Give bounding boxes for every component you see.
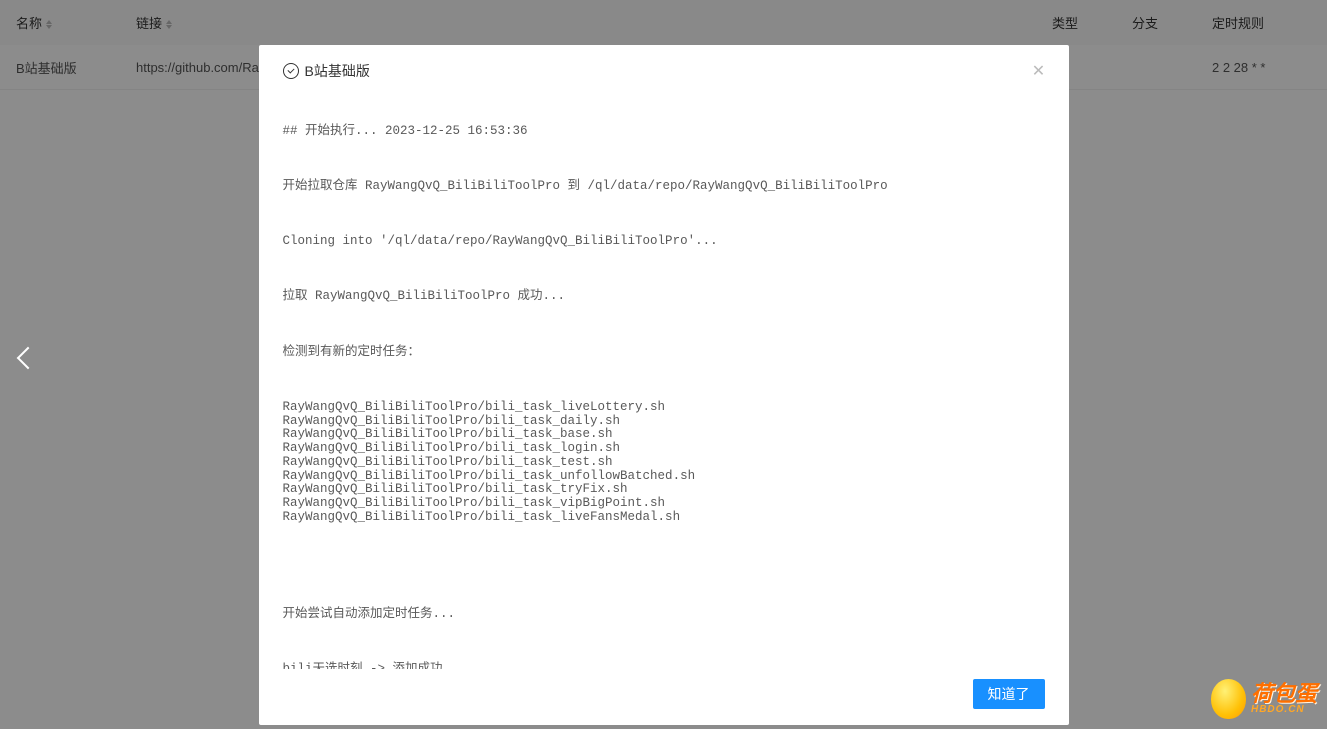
ok-button[interactable]: 知道了 — [973, 679, 1045, 709]
watermark-main: 荷包蛋 — [1251, 683, 1317, 705]
watermark-sub: HBDO.CN — [1251, 705, 1317, 715]
check-circle-icon — [283, 63, 299, 79]
log-output: ## 开始执行... 2023-12-25 16:53:36 开始拉取仓库 Ra… — [283, 97, 1045, 669]
log-line: 拉取 RayWangQvQ_BiliBiliToolPro 成功... — [283, 290, 1045, 304]
log-line: 开始拉取仓库 RayWangQvQ_BiliBiliToolPro 到 /ql/… — [283, 180, 1045, 194]
log-file-item: RayWangQvQ_BiliBiliToolPro/bili_task_tes… — [283, 456, 1045, 470]
log-file-item: RayWangQvQ_BiliBiliToolPro/bili_task_log… — [283, 442, 1045, 456]
log-file-list: RayWangQvQ_BiliBiliToolPro/bili_task_liv… — [283, 401, 1045, 525]
log-file-item: RayWangQvQ_BiliBiliToolPro/bili_task_try… — [283, 483, 1045, 497]
modal-body[interactable]: ## 开始执行... 2023-12-25 16:53:36 开始拉取仓库 Ra… — [259, 97, 1069, 669]
log-file-item: RayWangQvQ_BiliBiliToolPro/bili_task_liv… — [283, 401, 1045, 415]
log-line: ## 开始执行... 2023-12-25 16:53:36 — [283, 125, 1045, 139]
log-file-item: RayWangQvQ_BiliBiliToolPro/bili_task_unf… — [283, 470, 1045, 484]
close-icon[interactable]: ✕ — [1029, 61, 1049, 81]
modal-header: B站基础版 ✕ — [259, 45, 1069, 97]
log-file-item: RayWangQvQ_BiliBiliToolPro/bili_task_dai… — [283, 415, 1045, 429]
modal-footer: 知道了 — [259, 669, 1069, 725]
egg-icon — [1211, 679, 1246, 719]
modal-title: B站基础版 — [283, 61, 370, 81]
log-file-item: RayWangQvQ_BiliBiliToolPro/bili_task_bas… — [283, 428, 1045, 442]
modal-overlay: B站基础版 ✕ ## 开始执行... 2023-12-25 16:53:36 开… — [0, 0, 1327, 729]
log-file-item: RayWangQvQ_BiliBiliToolPro/bili_task_liv… — [283, 511, 1045, 525]
log-line: 开始尝试自动添加定时任务... — [283, 608, 1045, 622]
log-file-item: RayWangQvQ_BiliBiliToolPro/bili_task_vip… — [283, 497, 1045, 511]
prev-arrow-icon[interactable] — [17, 347, 40, 370]
log-line: Cloning into '/ql/data/repo/RayWangQvQ_B… — [283, 235, 1045, 249]
log-line: 检测到有新的定时任务： — [283, 346, 1045, 360]
log-modal: B站基础版 ✕ ## 开始执行... 2023-12-25 16:53:36 开… — [259, 45, 1069, 725]
watermark: 荷包蛋 HBDO.CN — [1211, 679, 1317, 719]
